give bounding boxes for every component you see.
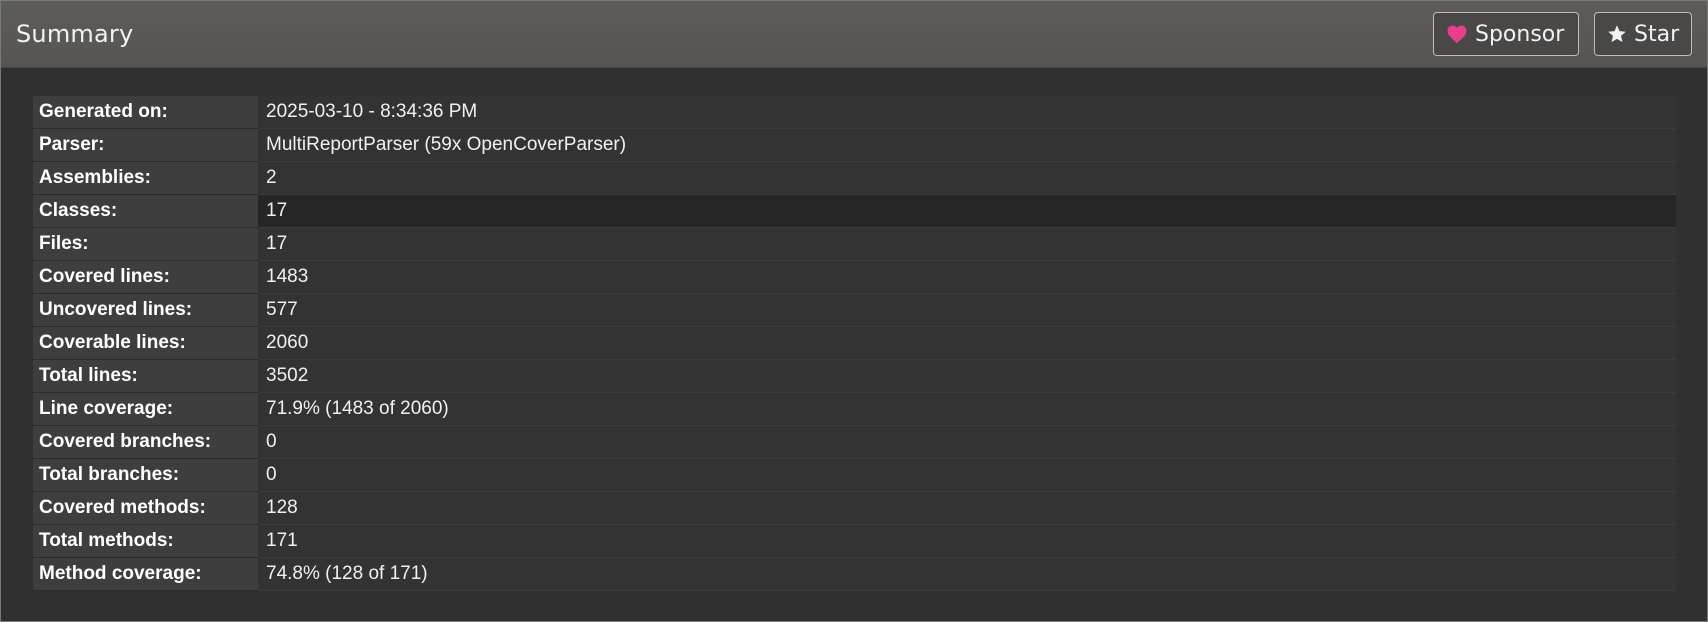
row-value: 171 [258,524,1676,558]
row-label: Covered branches: [33,425,258,459]
row-value: 3502 [258,359,1676,393]
row-label: Generated on: [33,96,258,129]
table-row: Assemblies: 2 [33,161,1676,195]
row-label: Total methods: [33,524,258,558]
row-label: Covered methods: [33,491,258,525]
row-value: 577 [258,293,1676,327]
heart-icon [1446,24,1468,44]
row-label: Total branches: [33,458,258,492]
table-row: Total lines: 3502 [33,359,1676,393]
row-value: 74.8% (128 of 171) [258,557,1676,591]
row-label: Assemblies: [33,161,258,195]
summary-table: Generated on: 2025-03-10 - 8:34:36 PM Pa… [33,96,1676,591]
row-value: 2 [258,161,1676,195]
row-label: Files: [33,227,258,261]
row-value: 17 [258,227,1676,261]
summary-panel: Summary Sponsor Star Generated on: 2025-… [0,0,1708,622]
table-row: Total branches: 0 [33,458,1676,492]
row-label: Method coverage: [33,557,258,591]
table-row: Line coverage: 71.9% (1483 of 2060) [33,392,1676,426]
sponsor-label: Sponsor [1475,21,1565,47]
row-label: Total lines: [33,359,258,393]
table-row: Covered branches: 0 [33,425,1676,459]
table-row: Generated on: 2025-03-10 - 8:34:36 PM [33,96,1676,129]
table-row: Files: 17 [33,227,1676,261]
table-row: Parser: MultiReportParser (59x OpenCover… [33,128,1676,162]
star-icon [1607,24,1627,44]
row-value: 0 [258,458,1676,492]
row-value: 2025-03-10 - 8:34:36 PM [258,96,1676,129]
star-button[interactable]: Star [1594,12,1692,56]
table-row: Covered lines: 1483 [33,260,1676,294]
panel-title: Summary [16,20,134,48]
table-row: Coverable lines: 2060 [33,326,1676,360]
row-label: Classes: [33,194,258,228]
table-row: Classes: 17 [33,194,1676,228]
row-label: Uncovered lines: [33,293,258,327]
row-value: 71.9% (1483 of 2060) [258,392,1676,426]
star-label: Star [1634,21,1680,47]
row-value: 1483 [258,260,1676,294]
row-value: 0 [258,425,1676,459]
row-label: Coverable lines: [33,326,258,360]
row-value: 2060 [258,326,1676,360]
row-value: 128 [258,491,1676,525]
sponsor-button[interactable]: Sponsor [1433,12,1579,56]
table-row: Method coverage: 74.8% (128 of 171) [33,557,1676,591]
panel-header: Summary Sponsor Star [1,1,1707,68]
row-label: Covered lines: [33,260,258,294]
row-label: Parser: [33,128,258,162]
row-label: Line coverage: [33,392,258,426]
row-value: 17 [258,194,1676,228]
table-row: Uncovered lines: 577 [33,293,1676,327]
table-row: Covered methods: 128 [33,491,1676,525]
table-row: Total methods: 171 [33,524,1676,558]
row-value: MultiReportParser (59x OpenCoverParser) [258,128,1676,162]
